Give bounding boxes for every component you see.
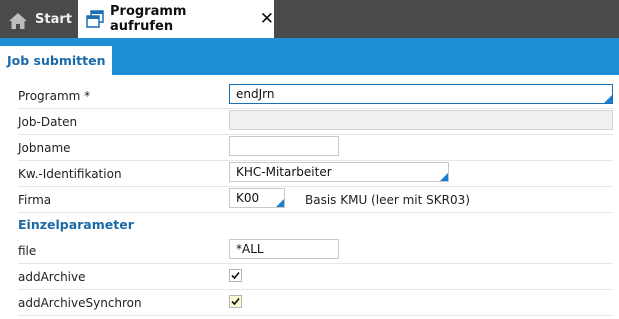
kw-identifikation-select[interactable]: KHC-Mitarbeiter	[229, 162, 449, 182]
dropdown-corner-icon	[604, 95, 612, 103]
home-icon	[7, 8, 29, 30]
section-tab-label: Job submitten	[7, 53, 106, 68]
jobdaten-label: Job-Daten	[18, 115, 78, 129]
programm-input[interactable]: endJrn	[229, 84, 613, 104]
kw-identifikation-label: Kw.-Identifikation	[18, 167, 122, 181]
row-file: file *ALL	[18, 239, 613, 264]
checkmark-icon	[231, 271, 240, 280]
addarchive-checkbox[interactable]	[229, 269, 242, 282]
row-jobname: Jobname	[18, 136, 613, 161]
file-value: *ALL	[236, 242, 264, 256]
row-firma: Firma K00 Basis KMU (leer mit SKR03)	[18, 188, 613, 213]
addarchive-label: addArchive	[18, 270, 86, 284]
firma-description: Basis KMU (leer mit SKR03)	[305, 193, 470, 207]
row-jobdaten: Job-Daten	[18, 110, 613, 135]
jobdaten-field	[229, 110, 613, 130]
file-input[interactable]: *ALL	[229, 239, 339, 259]
kw-identifikation-value: KHC-Mitarbeiter	[236, 165, 332, 179]
top-tab-bar: Start Programm aufrufen ✕	[0, 0, 619, 38]
addarchivesynchron-checkbox[interactable]	[229, 295, 242, 308]
dropdown-corner-icon	[276, 199, 284, 207]
tab-start-label: Start	[35, 11, 72, 27]
close-icon[interactable]: ✕	[260, 10, 274, 28]
dropdown-corner-icon	[440, 173, 448, 181]
tab-start[interactable]: Start	[0, 0, 76, 38]
einzelparameter-title: Einzelparameter	[18, 217, 134, 232]
window-icon	[86, 10, 104, 28]
tab-active-label: Programm aufrufen	[110, 4, 187, 34]
jobname-input[interactable]	[229, 136, 339, 156]
firma-label: Firma	[18, 193, 52, 207]
firma-value: K00	[236, 191, 260, 205]
row-programm: Programm * endJrn	[18, 84, 613, 109]
firma-select[interactable]: K00	[229, 188, 285, 208]
tab-programm-aufrufen[interactable]: Programm aufrufen ✕	[78, 0, 274, 38]
jobname-label: Jobname	[18, 141, 71, 155]
addarchivesynchron-label: addArchiveSynchron	[18, 296, 142, 310]
row-addarchivesynchron: addArchiveSynchron	[18, 291, 613, 316]
checkmark-icon	[231, 297, 240, 306]
programm-label: Programm *	[18, 89, 91, 103]
programm-value: endJrn	[236, 87, 275, 101]
row-addarchive: addArchive	[18, 265, 613, 290]
file-label: file	[18, 244, 37, 258]
section-tab-job-submitten[interactable]: Job submitten	[0, 46, 112, 75]
row-kw-identifikation: Kw.-Identifikation KHC-Mitarbeiter	[18, 162, 613, 187]
